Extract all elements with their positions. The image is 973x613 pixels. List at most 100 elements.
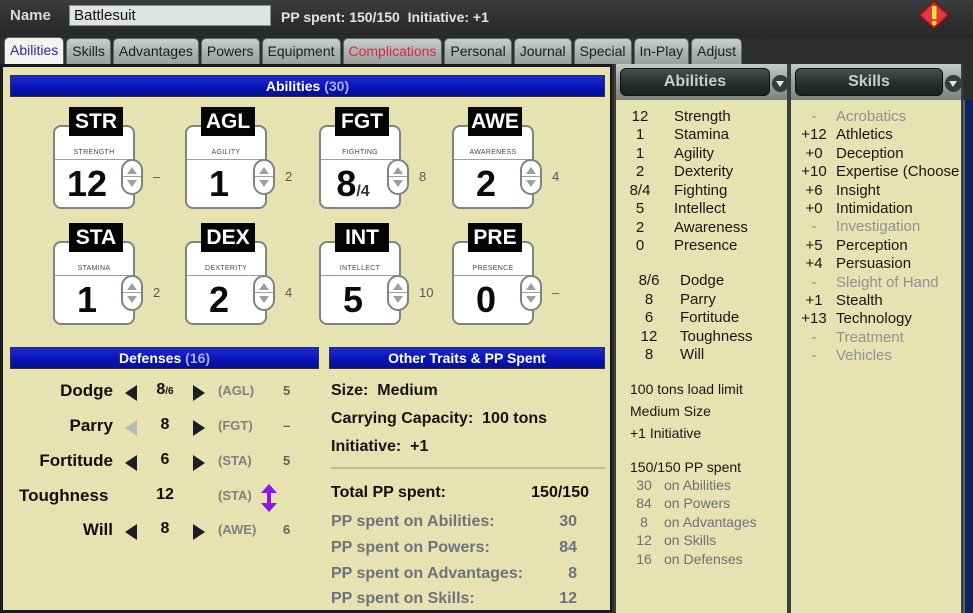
name-input[interactable]	[69, 5, 271, 26]
ability-spinner[interactable]	[387, 159, 409, 195]
ability-cost: –	[552, 285, 560, 300]
defense-cost: 5	[283, 383, 291, 398]
ability-cost: 4	[285, 285, 293, 300]
tab-special[interactable]: Special	[573, 38, 632, 64]
decrease-arrow-icon[interactable]	[125, 455, 137, 471]
ability-spinner[interactable]	[387, 275, 409, 311]
ability-spinner[interactable]	[520, 275, 542, 311]
spin-down-icon[interactable]	[259, 296, 269, 303]
spin-up-icon[interactable]	[526, 167, 536, 174]
spin-down-icon[interactable]	[127, 180, 137, 187]
top-bar: Name PP spent: 150/150 Initiative: +1	[0, 0, 973, 38]
increase-arrow-icon[interactable]	[193, 524, 205, 540]
ability-abbr: AGL	[201, 107, 255, 136]
spin-down-icon[interactable]	[526, 180, 536, 187]
ability-spinner[interactable]	[253, 275, 275, 311]
skill-value: +13	[801, 310, 827, 328]
spin-up-icon[interactable]	[259, 283, 269, 290]
ability-card-awe: AWARENESS 2 AWE 4	[452, 107, 602, 227]
tab-abilities[interactable]: Abilities	[4, 37, 65, 64]
name-label: Name	[10, 7, 51, 24]
spin-down-icon[interactable]	[127, 296, 137, 303]
defense-value: 6	[160, 451, 170, 468]
spin-down-icon[interactable]	[259, 180, 269, 187]
abilities-panel-header[interactable]: Abilities	[620, 68, 770, 96]
skills-panel-dropdown-icon[interactable]	[945, 75, 962, 92]
tab-complications[interactable]: Complications	[342, 38, 443, 64]
ability-card-fgt: FIGHTING 8/4 FGT 8	[319, 107, 469, 227]
tab-in-play[interactable]: In-Play	[633, 38, 690, 64]
skill-name: Athletics	[836, 126, 893, 144]
defense-name: Dodge	[60, 381, 113, 400]
skill-value: +0	[805, 144, 823, 162]
defense-value: 8	[160, 520, 170, 537]
spin-up-icon[interactable]	[526, 283, 536, 290]
ability-value[interactable]: 5	[321, 278, 385, 330]
defenses-section-count: (16)	[185, 350, 211, 366]
ability-name: STAMINA	[77, 265, 111, 272]
ability-name: PRESENCE	[472, 265, 514, 272]
ability-cost: 2	[153, 285, 161, 300]
ability-value[interactable]: 8/4	[321, 162, 385, 214]
divider	[331, 467, 605, 469]
tab-journal[interactable]: Journal	[513, 38, 572, 64]
ability-spinner[interactable]	[121, 159, 143, 195]
tab-adjust[interactable]: Adjust	[691, 38, 743, 64]
spin-down-icon[interactable]	[393, 296, 403, 303]
spin-up-icon[interactable]	[393, 283, 403, 290]
spin-down-icon[interactable]	[526, 296, 536, 303]
skill-value: -	[811, 347, 817, 365]
ability-name: INTELLECT	[339, 265, 381, 272]
ability-value[interactable]: 1	[187, 162, 251, 214]
skill-value: -	[811, 108, 817, 125]
defense-row-dodge: Dodge 8/6 (AGL) 5	[13, 381, 313, 405]
skill-name: Perception	[836, 236, 908, 254]
spin-up-icon[interactable]	[127, 283, 137, 290]
increase-arrow-icon[interactable]	[193, 385, 205, 401]
skill-name: Persuasion	[836, 255, 912, 273]
spin-up-icon[interactable]	[127, 167, 137, 174]
size-note: Medium Size	[630, 403, 711, 419]
ability-value[interactable]: 2	[187, 278, 251, 330]
pp-row-abilities: PP spent on Abilities: 30	[331, 513, 577, 530]
decrease-arrow-icon[interactable]	[125, 524, 137, 540]
ability-spinner[interactable]	[121, 275, 143, 311]
defense-value: 8/6	[156, 381, 174, 398]
skills-summary-panel: Skills - Acrobatics +12 Athletics +0 Deceptio…	[789, 64, 963, 613]
abilities-panel-dropdown-icon[interactable]	[772, 75, 789, 92]
tab-powers[interactable]: Powers	[200, 38, 260, 64]
skill-name: Sleight of Hand	[836, 273, 939, 291]
ability-spinner[interactable]	[520, 159, 542, 195]
defense-name: Toughness	[19, 486, 109, 505]
ability-value[interactable]: 1	[55, 278, 119, 330]
ability-card-sta: STAMINA 1 STA 2	[53, 223, 203, 343]
spin-up-icon[interactable]	[259, 167, 269, 174]
warning-diamond-icon[interactable]	[918, 0, 950, 30]
increase-arrow-icon[interactable]	[193, 455, 205, 471]
tab-personal[interactable]: Personal	[444, 38, 512, 64]
ability-name: STRENGTH	[73, 149, 115, 156]
ability-value[interactable]: 0	[454, 278, 518, 330]
skills-panel-header[interactable]: Skills	[795, 68, 943, 96]
toughness-adjust-icon[interactable]	[261, 484, 277, 512]
skill-value: +1	[805, 292, 823, 309]
ability-name: FIGHTING	[342, 149, 378, 156]
decrease-arrow-icon[interactable]	[125, 420, 137, 436]
ability-spinner[interactable]	[253, 159, 275, 195]
ability-value[interactable]: 2	[454, 162, 518, 214]
skill-value: +12	[801, 126, 827, 144]
tab-equipment[interactable]: Equipment	[261, 38, 341, 64]
total-pp-row: Total PP spent: 150/150	[331, 484, 591, 502]
increase-arrow-icon[interactable]	[193, 420, 205, 436]
spin-up-icon[interactable]	[393, 167, 403, 174]
carrying-capacity-trait: Carrying Capacity: 100 tons	[331, 410, 548, 427]
vertical-scrollbar[interactable]	[963, 100, 973, 613]
skill-value: +4	[805, 255, 823, 273]
ability-value[interactable]: 12	[55, 162, 119, 214]
tab-skills[interactable]: Skills	[66, 38, 111, 64]
spin-down-icon[interactable]	[393, 180, 403, 187]
defense-value: 12	[156, 486, 174, 503]
tab-advantages[interactable]: Advantages	[112, 38, 199, 64]
decrease-arrow-icon[interactable]	[125, 385, 137, 401]
defense-value: 8	[160, 416, 170, 433]
